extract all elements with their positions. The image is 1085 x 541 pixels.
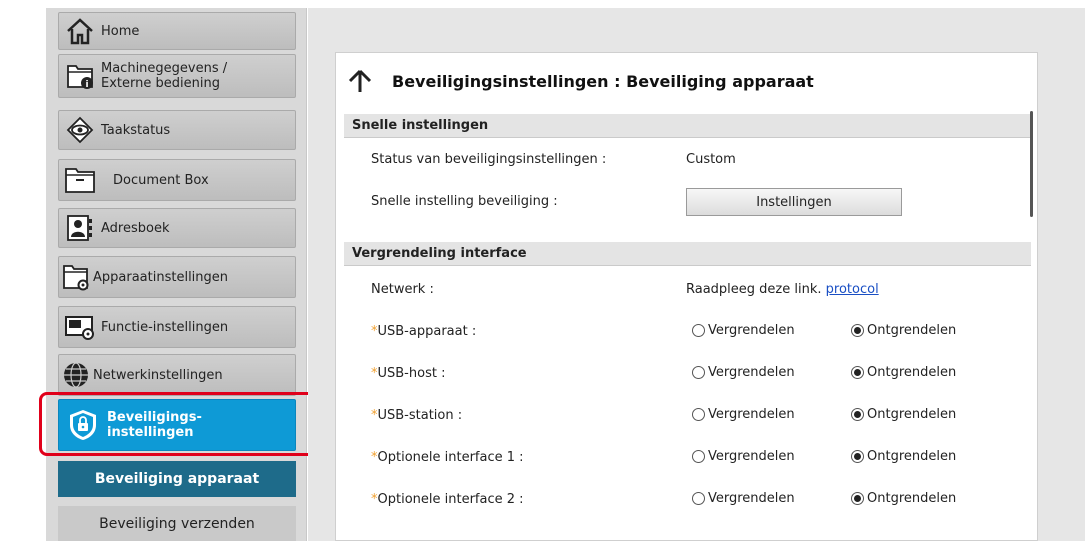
quick-security-label: Snelle instelling beveiliging : (371, 194, 558, 209)
sidebar-item-function-settings[interactable]: Functie-instellingen (58, 306, 296, 348)
usb-host-label: *USB-host : (371, 366, 446, 381)
radio-circle (692, 492, 705, 505)
radio-circle (851, 408, 864, 421)
sidebar-item-label: Adresboek (101, 220, 170, 236)
optional-interface-1-unlock-radio[interactable]: Ontgrendelen (851, 449, 956, 464)
usb-station-label: *USB-station : (371, 408, 463, 423)
sidebar-item-label: Document Box (113, 172, 209, 188)
home-icon (59, 13, 101, 49)
address-book-icon (59, 210, 101, 246)
usb-station-unlock-radio[interactable]: Ontgrendelen (851, 407, 956, 422)
usb-device-unlock-radio[interactable]: Ontgrendelen (851, 323, 956, 338)
globe-icon (59, 357, 93, 393)
optional-interface-1-lock-radio[interactable]: Vergrendelen (692, 449, 795, 464)
network-value: Raadpleeg deze link. protocol (686, 282, 879, 297)
sidebar-item-document-box[interactable]: Document Box (58, 159, 296, 201)
radio-circle (851, 324, 864, 337)
sidebar-item-label: Apparaatinstellingen (93, 269, 229, 285)
sidebar-item-label: Functie-instellingen (101, 319, 229, 335)
settings-panel: Beveiligingsinstellingen : Beveiliging a… (335, 52, 1038, 541)
sidebar-item-address-book[interactable]: Adresboek (58, 208, 296, 248)
radio-circle (692, 450, 705, 463)
scrollbar[interactable] (1030, 111, 1033, 217)
svg-text:i: i (85, 80, 88, 90)
section-header-interface-lock: Vergrendeling interface (344, 242, 1031, 266)
section-header-quick-settings: Snelle instellingen (344, 114, 1031, 138)
sidebar-item-label: Netwerkinstellingen (93, 367, 223, 383)
network-label: Netwerk : (371, 282, 434, 297)
folder-icon (59, 162, 101, 198)
radio-circle (851, 366, 864, 379)
radio-circle (851, 450, 864, 463)
sidebar: Home i Machinegegevens / Externe bedienin… (46, 8, 307, 541)
status-value: Custom (686, 152, 736, 167)
usb-device-lock-radio[interactable]: Vergrendelen (692, 323, 795, 338)
optional-interface-1-label: *Optionele interface 1 : (371, 450, 524, 465)
sidebar-subitem-label: Beveiliging apparaat (94, 471, 260, 487)
sidebar-subitem-send-security[interactable]: Beveiliging verzenden (58, 506, 296, 541)
optional-interface-2-label: *Optionele interface 2 : (371, 492, 524, 507)
settings-button[interactable]: Instellingen (686, 188, 902, 216)
status-label: Status van beveiligingsinstellingen : (371, 152, 607, 167)
sidebar-item-network-settings[interactable]: Netwerkinstellingen (58, 354, 296, 396)
sidebar-item-label: Home (101, 23, 140, 39)
page-title: Beveiligingsinstellingen : Beveiliging a… (392, 72, 814, 91)
machine-info-icon: i (59, 58, 101, 94)
up-arrow-icon[interactable] (348, 69, 372, 93)
sidebar-item-label: Machinegegevens / Externe bediening (101, 61, 228, 91)
radio-circle (692, 324, 705, 337)
highlight-frame (39, 392, 331, 456)
sidebar-item-home[interactable]: Home (58, 12, 296, 50)
usb-station-lock-radio[interactable]: Vergrendelen (692, 407, 795, 422)
sidebar-item-job-status[interactable]: Taakstatus (58, 110, 296, 150)
protocol-link[interactable]: protocol (826, 282, 879, 297)
radio-circle (851, 492, 864, 505)
sidebar-item-device-settings[interactable]: Apparaatinstellingen (58, 256, 296, 298)
usb-host-unlock-radio[interactable]: Ontgrendelen (851, 365, 956, 380)
sidebar-item-label: Taakstatus (101, 122, 171, 138)
eye-icon (59, 112, 101, 148)
usb-device-label: *USB-apparaat : (371, 324, 477, 339)
function-settings-icon (59, 309, 101, 345)
optional-interface-2-lock-radio[interactable]: Vergrendelen (692, 491, 795, 506)
radio-circle (692, 408, 705, 421)
device-settings-icon (59, 259, 93, 295)
usb-host-lock-radio[interactable]: Vergrendelen (692, 365, 795, 380)
radio-circle (692, 366, 705, 379)
sidebar-subitem-label: Beveiliging verzenden (99, 515, 255, 532)
optional-interface-2-unlock-radio[interactable]: Ontgrendelen (851, 491, 956, 506)
sidebar-subitem-device-security[interactable]: Beveiliging apparaat (58, 461, 296, 497)
sidebar-item-machine-info[interactable]: i Machinegegevens / Externe bediening (58, 54, 296, 98)
